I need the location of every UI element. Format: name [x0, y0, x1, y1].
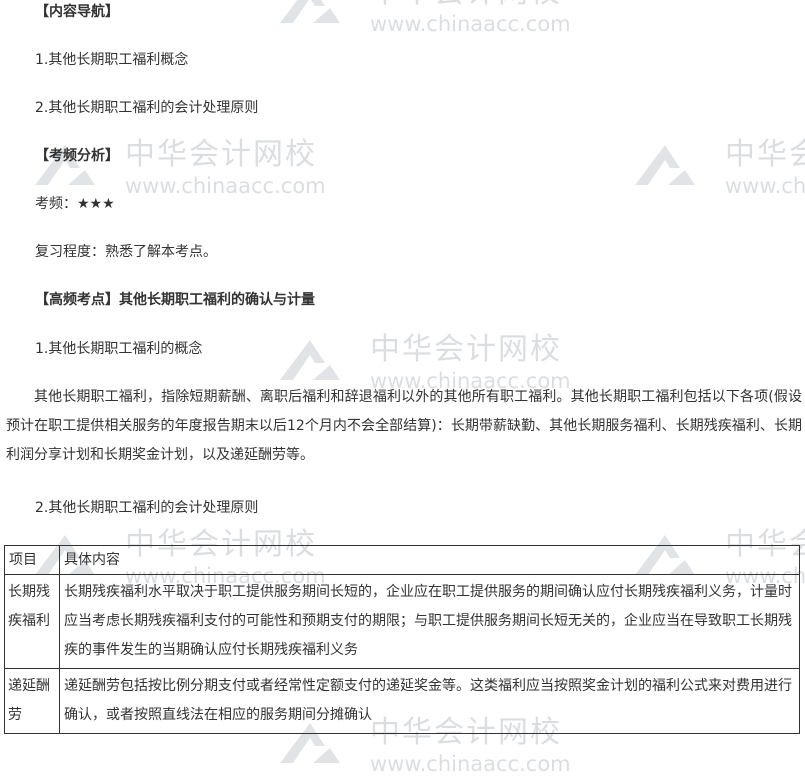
watermark-cn: 中华会计网校 — [125, 137, 317, 172]
table-cell-content: 递延酬劳包括按比例分期支付或者经常性定额支付的递延奖金等。这类福利应当按照奖金计… — [59, 668, 800, 734]
principle-table: 项目 具体内容 长期残疾福利 长期残疾福利水平取决于职工提供服务期间长短的，企业… — [4, 545, 800, 734]
keypoint-sub2: 2.其他长期职工福利的会计处理原则 — [35, 500, 259, 516]
watermark-logo-icon — [280, 0, 340, 23]
table-row: 长期残疾福利 长期残疾福利水平取决于职工提供服务期间长短的，企业应在职工提供服务… — [4, 574, 800, 669]
table-cell-item: 长期残疾福利 — [4, 574, 60, 669]
nav-item-principle: 2.其他长期职工福利的会计处理原则 — [35, 100, 259, 116]
watermark-cn: 中华会计网校 — [370, 332, 562, 367]
table-cell-item: 递延酬劳 — [4, 668, 60, 734]
watermark-en: www.chinaacc.com — [370, 752, 571, 776]
review-level: 复习程度：熟悉了解本考点。 — [35, 244, 217, 260]
table-header-item: 项目 — [4, 545, 60, 575]
analysis-heading: 【考频分析】 — [35, 148, 119, 164]
watermark-en: www.chinaacc.com — [125, 174, 326, 198]
watermark-cn: 中华会计网校 — [725, 137, 805, 172]
nav-item-concept: 1.其他长期职工福利概念 — [35, 52, 189, 68]
nav-heading: 【内容导航】 — [35, 4, 119, 20]
frequency-rating: 考频：★★★ — [35, 196, 115, 212]
concept-paragraph: 其他长期职工福利，指除短期薪酬、离职后福利和辞退福利以外的其他所有职工福利。其他… — [6, 389, 802, 463]
watermark-cn: 中华会计网校 — [370, 0, 562, 8]
keypoint-sub1: 1.其他长期职工福利的概念 — [35, 341, 203, 357]
table-row: 递延酬劳 递延酬劳包括按比例分期支付或者经常性定额支付的递延奖金等。这类福利应当… — [4, 668, 800, 734]
watermark-en: www.chinaacc.com — [370, 12, 571, 36]
watermark-logo-icon — [280, 340, 340, 380]
table-header-content: 具体内容 — [59, 545, 800, 575]
table-cell-content: 长期残疾福利水平取决于职工提供服务期间长短的，企业应在职工提供服务的期间确认应付… — [59, 574, 800, 669]
watermark-logo-icon — [635, 145, 695, 185]
table-header-row: 项目 具体内容 — [4, 545, 800, 575]
keypoint-heading: 【高频考点】其他长期职工福利的确认与计量 — [35, 292, 315, 308]
watermark-en: www.chinaacc.com — [725, 174, 805, 198]
